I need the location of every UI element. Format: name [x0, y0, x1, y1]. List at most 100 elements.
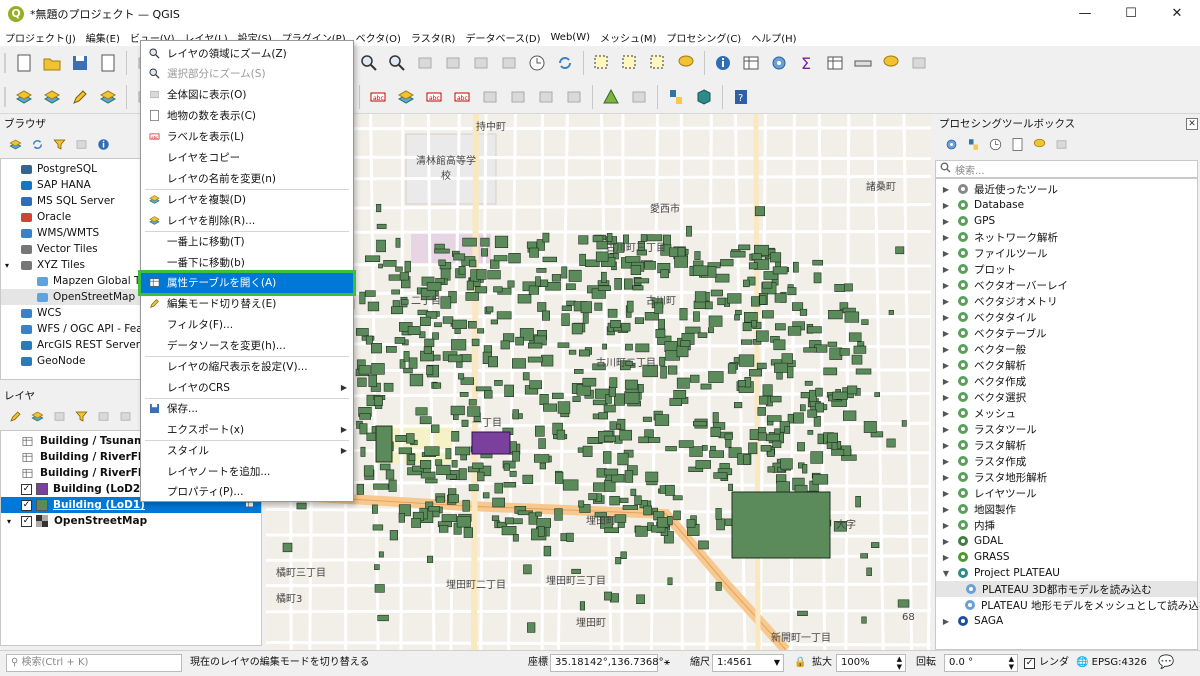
select-by-value-icon[interactable] [619, 52, 641, 74]
collapsed-arrow-icon[interactable]: ▶ [940, 409, 952, 418]
open-table-icon[interactable] [824, 52, 846, 74]
filter-icon[interactable] [73, 408, 89, 424]
crs-button[interactable]: 🌐 EPSG:4326 [1076, 654, 1147, 672]
processing-item[interactable]: ▶ ベクター般 [936, 341, 1197, 357]
collapsed-arrow-icon[interactable]: ▶ [940, 441, 952, 450]
processing-item[interactable]: ▶ ネットワーク解析 [936, 229, 1197, 245]
label-tool-icon[interactable]: abc [367, 86, 389, 108]
label-change-icon[interactable] [535, 86, 557, 108]
processing-item[interactable]: ▶ レイヤツール [936, 485, 1197, 501]
collapsed-arrow-icon[interactable]: ▶ [940, 313, 952, 322]
processing-item[interactable]: ▶ ラスタツール [936, 421, 1197, 437]
context-menu-item[interactable]: レイヤの名前を変更(n) [141, 168, 353, 188]
label-rotate-icon[interactable] [507, 86, 529, 108]
menu-item[interactable]: ラスタ(R) [406, 30, 461, 45]
georef-icon[interactable] [600, 86, 622, 108]
context-menu-item[interactable]: レイヤを複製(D) [141, 189, 353, 209]
python-console-icon[interactable] [665, 86, 687, 108]
filter-icon[interactable] [51, 136, 67, 152]
menu-item[interactable]: ヘルプ(H) [746, 30, 801, 45]
expression-filter-icon[interactable] [95, 408, 111, 424]
temporal-icon[interactable] [526, 52, 548, 74]
layer-visibility-checkbox[interactable]: ✓ [21, 499, 32, 511]
add-layer-icon[interactable] [41, 86, 63, 108]
collapsed-arrow-icon[interactable]: ▶ [940, 249, 952, 258]
map-canvas[interactable]: 持中町 清林館高等学校 愛西市 諸桑町 古川町三丁目 古川町 古川町二丁目 二丁目 一丁目 埋田町… [266, 114, 931, 650]
collapse-arrow-icon[interactable]: ▾ [5, 261, 9, 270]
select-location-icon[interactable] [675, 52, 697, 74]
menu-item[interactable]: データベース(D) [460, 30, 545, 45]
context-menu-item[interactable]: プロパティ(P)... [141, 482, 353, 502]
save-project-icon[interactable] [69, 52, 91, 74]
minimize-button[interactable]: — [1062, 0, 1108, 28]
processing-item[interactable]: ▶ GRASS [936, 549, 1197, 565]
options-icon[interactable] [1053, 136, 1069, 152]
context-menu-item[interactable]: レイヤを削除(R)... [141, 210, 353, 230]
processing-item[interactable]: ▶ ラスタ作成 [936, 453, 1197, 469]
maximize-button[interactable]: ☐ [1108, 0, 1154, 28]
context-menu-item[interactable]: レイヤのCRS ▶ [141, 377, 353, 397]
render-toggle[interactable]: ✓ レンダ [1024, 654, 1069, 672]
attribute-table-tb-icon[interactable] [740, 52, 762, 74]
new-3d-view-icon[interactable] [442, 52, 464, 74]
collapsed-arrow-icon[interactable]: ▶ [940, 297, 952, 306]
label-pin-icon[interactable]: abc [423, 86, 445, 108]
show-bookmarks-icon[interactable] [498, 52, 520, 74]
menu-item[interactable]: 編集(E) [81, 30, 125, 45]
context-menu-item[interactable]: データソースを変更(h)... [141, 336, 353, 356]
rotation-spinbox[interactable]: 0.0 ° ▲ ▼ [944, 654, 1018, 672]
processing-item[interactable]: ▼ Project PLATEAU [936, 565, 1197, 581]
menu-item[interactable]: メッシュ(M) [595, 30, 661, 45]
results-icon[interactable] [1009, 136, 1025, 152]
context-menu-item[interactable]: レイヤノートを追加... [141, 461, 353, 481]
context-menu-item[interactable]: 保存... [141, 398, 353, 418]
expanded-arrow-icon[interactable]: ▼ [940, 569, 952, 578]
context-menu-item[interactable]: 編集モード切り替え(E) [141, 294, 353, 314]
new-map-view-icon[interactable] [414, 52, 436, 74]
context-menu-item[interactable]: 属性テーブルを開く(A) [138, 269, 356, 296]
layer-visibility-checkbox[interactable]: ✓ [21, 515, 32, 527]
collapsed-arrow-icon[interactable]: ▶ [940, 425, 952, 434]
info-icon[interactable] [95, 136, 111, 152]
coordinate-field[interactable]: 35.18142°,136.7368° [550, 654, 664, 672]
bookmark-icon[interactable] [470, 52, 492, 74]
processing-item[interactable]: ▶ プロット [936, 261, 1197, 277]
collapsed-arrow-icon[interactable]: ▶ [940, 217, 952, 226]
collapsed-arrow-icon[interactable]: ▶ [940, 457, 952, 466]
collapsed-arrow-icon[interactable]: ▶ [940, 233, 952, 242]
label-hide-icon[interactable] [563, 86, 585, 108]
context-menu-item[interactable]: 選択部分にズーム(S) [141, 64, 353, 84]
zoom-last-icon[interactable] [358, 52, 380, 74]
collapsed-arrow-icon[interactable]: ▶ [940, 553, 952, 562]
expand-icon[interactable] [117, 408, 133, 424]
add-selected-icon[interactable] [7, 136, 23, 152]
zoom-next-icon[interactable] [386, 52, 408, 74]
processing-item[interactable]: PLATEAU 3D都市モデルを読み込む [936, 581, 1197, 597]
processing-close-button[interactable]: ✕ [1186, 118, 1198, 130]
collapsed-arrow-icon[interactable]: ▶ [940, 537, 952, 546]
select-features-icon[interactable] [591, 52, 613, 74]
collapsed-arrow-icon[interactable]: ▶ [940, 329, 952, 338]
processing-item[interactable]: ▶ 最近使ったツール [936, 181, 1197, 197]
measure-icon[interactable] [852, 52, 874, 74]
plugin-globe-icon[interactable] [628, 86, 650, 108]
collapsed-arrow-icon[interactable]: ▶ [940, 281, 952, 290]
layer-visibility-checkbox[interactable]: ✓ [21, 483, 32, 495]
processing-item[interactable]: ▶ ラスタ地形解析 [936, 469, 1197, 485]
menu-item[interactable]: Web(W) [545, 32, 595, 43]
context-menu-item[interactable]: レイヤの縮尺表示を設定(V)... [141, 357, 353, 377]
collapsed-arrow-icon[interactable]: ▶ [940, 473, 952, 482]
collapsed-arrow-icon[interactable]: ▶ [940, 345, 952, 354]
processing-item[interactable]: ▶ ベクタ作成 [936, 373, 1197, 389]
add-group-icon[interactable] [29, 408, 45, 424]
collapsed-arrow-icon[interactable]: ▶ [940, 185, 952, 194]
context-menu-item[interactable]: 一番上に移動(T) [141, 231, 353, 251]
processing-item[interactable]: ▶ ベクタジオメトリ [936, 293, 1197, 309]
processing-item[interactable]: ▶ ベクタテーブル [936, 325, 1197, 341]
python-scripts-icon[interactable] [965, 136, 981, 152]
collapsed-arrow-icon[interactable]: ▶ [940, 617, 952, 626]
collapsed-arrow-icon[interactable]: ▶ [940, 489, 952, 498]
map-tips-icon[interactable] [880, 52, 902, 74]
context-menu-item[interactable]: レイヤの領域にズーム(Z) [141, 43, 353, 63]
menu-item[interactable]: プロセシング(C) [661, 30, 746, 45]
